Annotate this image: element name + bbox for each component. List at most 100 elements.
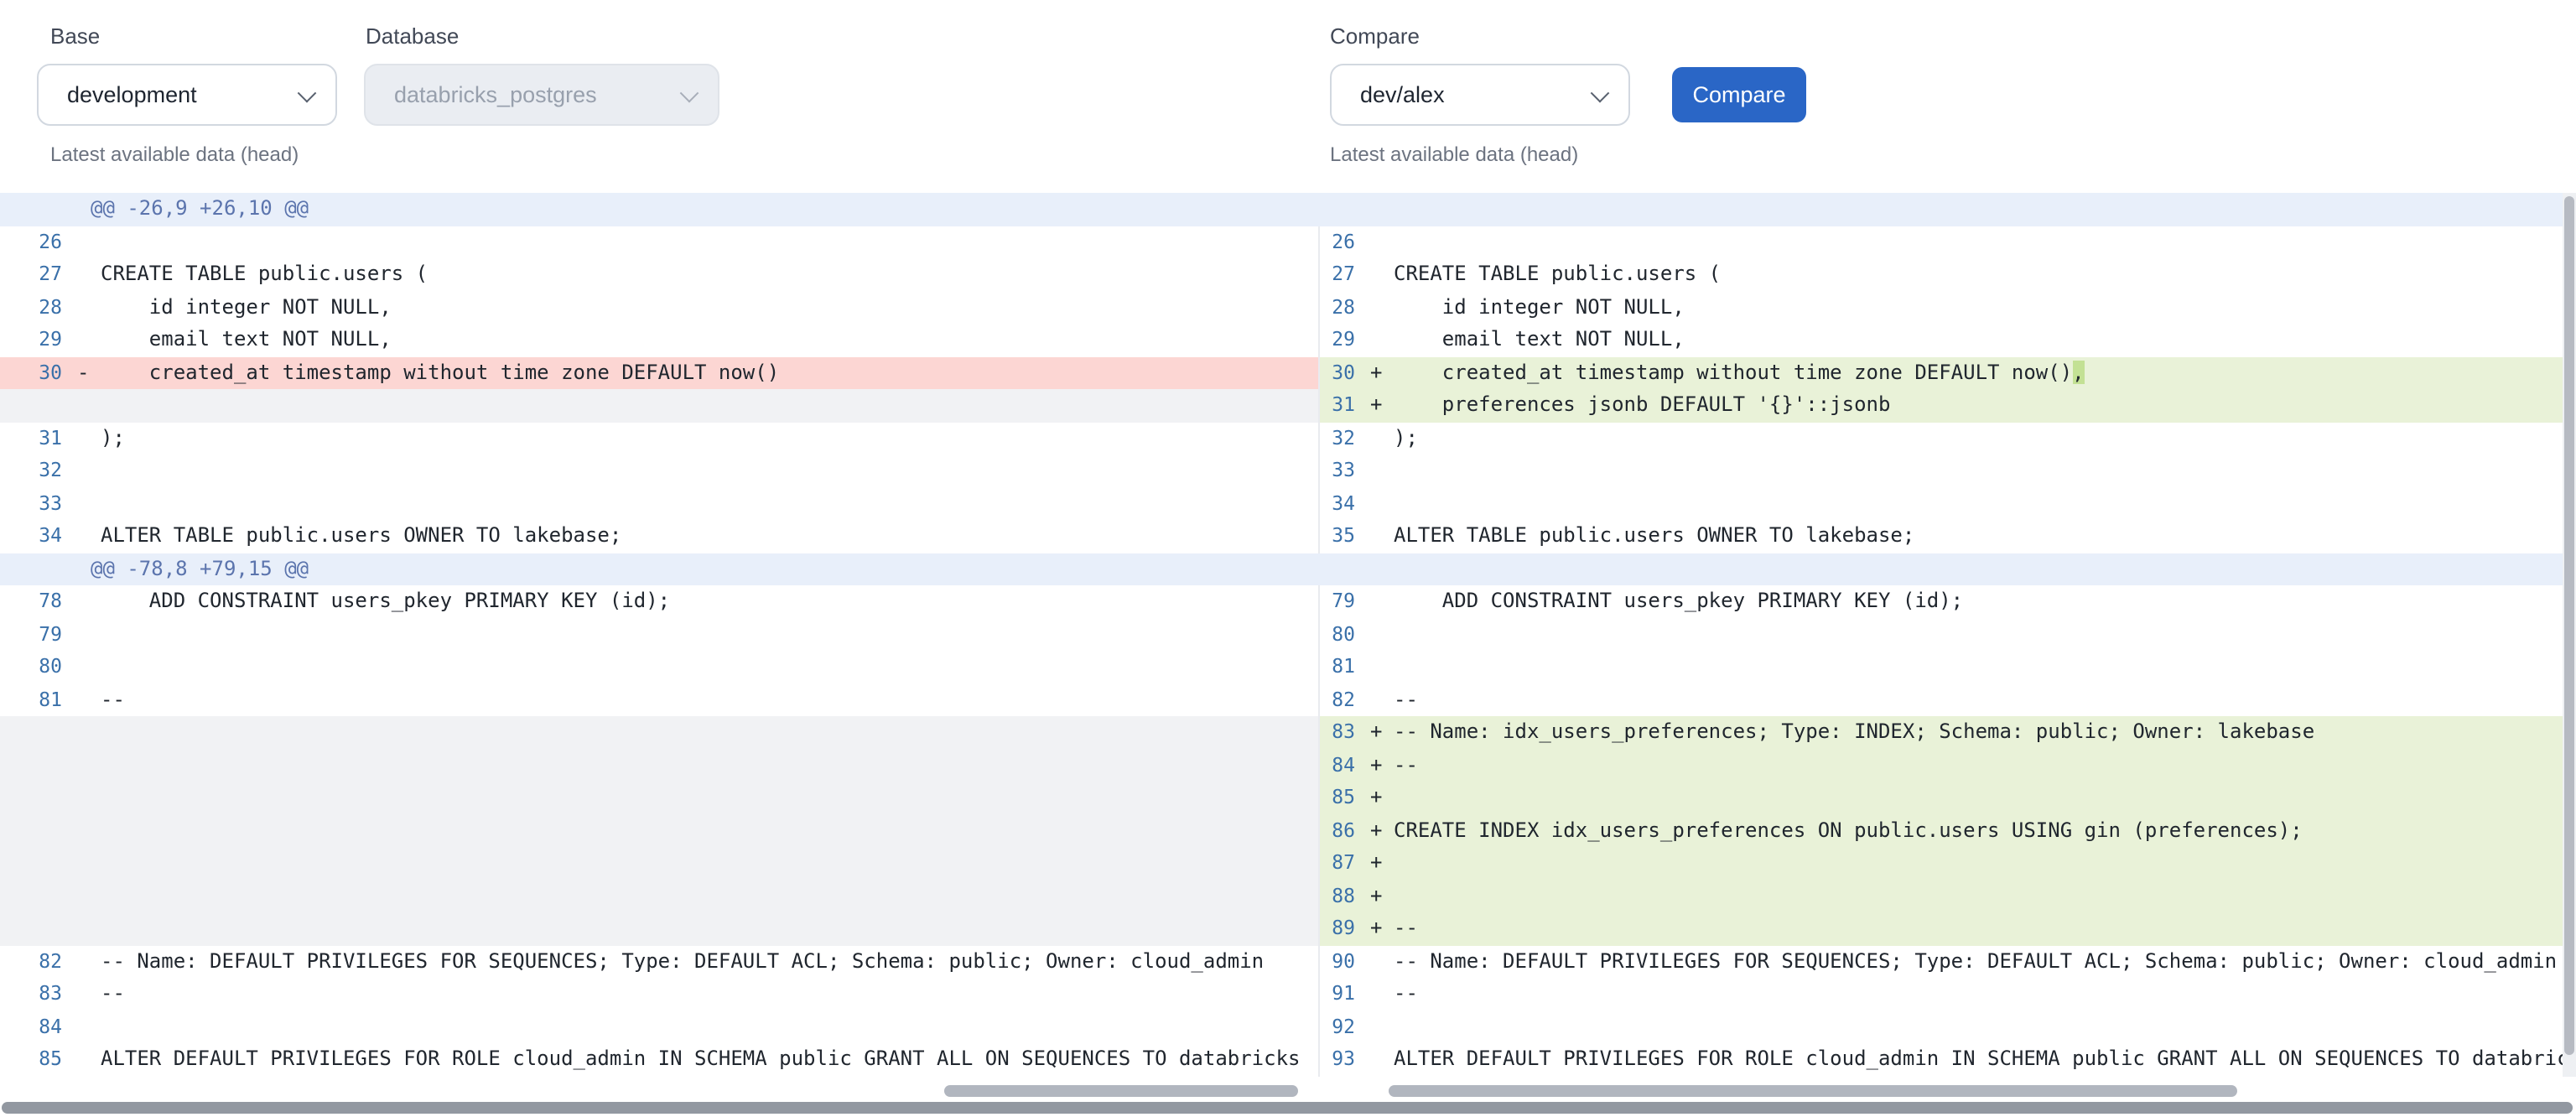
diff-line-left: 81-- [0, 683, 1318, 716]
code-text [101, 1010, 1318, 1043]
compare-status: Latest available data (head) [1330, 143, 1578, 166]
diff-sign: + [1370, 782, 1394, 814]
diff-sign [1370, 1043, 1394, 1076]
line-number: 33 [0, 487, 77, 520]
line-number: 29 [1320, 324, 1370, 356]
code-text: preferences jsonb DEFAULT '{}'::jsonb [1394, 389, 2576, 422]
diff-line-left: 31); [0, 422, 1318, 455]
page-horizontal-scrollbar[interactable] [2, 1102, 2573, 1114]
code-text: ALTER TABLE public.users OWNER TO lakeba… [101, 520, 1318, 553]
word-diff-highlight: , [2072, 360, 2084, 383]
line-number: 90 [1320, 945, 1370, 978]
line-number: 83 [1320, 716, 1370, 749]
diff-line-right: 88+ [1318, 880, 2576, 912]
diff-line-left [0, 716, 1318, 749]
code-text [101, 618, 1318, 651]
code-text [101, 389, 1318, 422]
diff-line-right: 32); [1318, 422, 2576, 455]
code-text: ALTER TABLE public.users OWNER TO lakeba… [1394, 520, 2576, 553]
line-number [0, 847, 77, 880]
right-pane-horizontal-scrollbar[interactable] [1389, 1085, 2237, 1097]
diff-line-right: 82-- [1318, 683, 2576, 716]
diff-line-left: 85ALTER DEFAULT PRIVILEGES FOR ROLE clou… [0, 1043, 1318, 1076]
diff-row: 8081 [0, 651, 2576, 683]
diff-row: 85+ [0, 782, 2576, 814]
diff-sign [77, 487, 101, 520]
chevron-down-icon [680, 83, 699, 102]
diff-line-right: 81 [1318, 651, 2576, 683]
diff-line-right: 85+ [1318, 782, 2576, 814]
diff-row: 83+-- Name: idx_users_preferences; Type:… [0, 716, 2576, 749]
diff-line-right: 30+ created_at timestamp without time zo… [1318, 356, 2576, 389]
line-number: 81 [1320, 651, 1370, 683]
code-text: ADD CONSTRAINT users_pkey PRIMARY KEY (i… [101, 585, 1318, 618]
code-text [1394, 1010, 2576, 1043]
page-horizontal-scrollbar-track [0, 1100, 2576, 1117]
diff-row: 88+ [0, 880, 2576, 912]
code-text: CREATE TABLE public.users ( [101, 258, 1318, 291]
base-branch-value: development [67, 82, 197, 107]
code-text: ); [101, 422, 1318, 455]
left-pane-horizontal-scrollbar[interactable] [944, 1085, 1298, 1097]
base-branch-select[interactable]: development [37, 64, 337, 126]
diff-line-right: 80 [1318, 618, 2576, 651]
vertical-scrollbar[interactable] [2564, 196, 2574, 1055]
diff-row: 26 26 [0, 226, 2576, 258]
line-number: 91 [1320, 978, 1370, 1010]
code-text [101, 651, 1318, 683]
diff-sign [1370, 585, 1394, 618]
code-text [1394, 782, 2576, 814]
diff-line-left: 84 [0, 1010, 1318, 1043]
diff-line-left: 33 [0, 487, 1318, 520]
diff-sign [1370, 978, 1394, 1010]
line-number: 79 [1320, 585, 1370, 618]
database-value: databricks_postgres [394, 82, 597, 107]
line-number: 81 [0, 683, 77, 716]
diff-sign [77, 814, 101, 847]
diff-line-left: 30- created_at timestamp without time zo… [0, 356, 1318, 389]
diff-sign [77, 226, 101, 258]
schema-diff-page: Base development Latest available data (… [0, 0, 2576, 1117]
diff-line-left: 80 [0, 651, 1318, 683]
diff-row: 3233 [0, 455, 2576, 487]
diff-sign [77, 683, 101, 716]
code-text: -- [101, 978, 1318, 1010]
diff-sign [77, 945, 101, 978]
code-text [101, 716, 1318, 749]
diff-row: 87+ [0, 847, 2576, 880]
diff-sign [1370, 683, 1394, 716]
line-number: 93 [1320, 1043, 1370, 1076]
diff-row: 29 email text NOT NULL,29 email text NOT… [0, 324, 2576, 356]
compare-button[interactable]: Compare [1672, 67, 1806, 122]
line-number: 26 [1320, 226, 1370, 258]
diff-sign: + [1370, 880, 1394, 912]
diff-rows: @@ -26,9 +26,10 @@262627CREATE TABLE pub… [0, 193, 2576, 1076]
diff-row: 33 34 [0, 487, 2576, 520]
line-number: 31 [0, 422, 77, 455]
diff-sign [77, 847, 101, 880]
toolbar: Base development Latest available data (… [0, 0, 2576, 193]
diff-line-left: 82-- Name: DEFAULT PRIVILEGES FOR SEQUEN… [0, 945, 1318, 978]
diff-line-right: 34 [1318, 487, 2576, 520]
diff-sign [1370, 422, 1394, 455]
diff-line-right: 87+ [1318, 847, 2576, 880]
line-number: 31 [1320, 389, 1370, 422]
line-number: 26 [0, 226, 77, 258]
compare-branch-select[interactable]: dev/alex [1330, 64, 1630, 126]
base-status: Latest available data (head) [50, 143, 299, 166]
chevron-down-icon [298, 83, 317, 102]
diff-sign [77, 520, 101, 553]
hunk-header: @@ -78,8 +79,15 @@ [0, 553, 2576, 585]
diff-line-right: 28 id integer NOT NULL, [1318, 291, 2576, 324]
diff-sign [1370, 945, 1394, 978]
code-text: -- Name: idx_users_preferences; Type: IN… [1394, 716, 2576, 749]
code-text [1394, 455, 2576, 487]
database-label: Database [366, 23, 459, 49]
diff-sign [77, 585, 101, 618]
code-text: ALTER DEFAULT PRIVILEGES FOR ROLE cloud_… [1394, 1043, 2576, 1076]
diff-line-right: 93 ALTER DEFAULT PRIVILEGES FOR ROLE clou… [1318, 1043, 2576, 1076]
diff-line-left [0, 880, 1318, 912]
hunk-label: @@ -78,8 +79,15 @@ [91, 553, 309, 585]
code-text: id integer NOT NULL, [1394, 291, 2576, 324]
line-number: 33 [1320, 455, 1370, 487]
